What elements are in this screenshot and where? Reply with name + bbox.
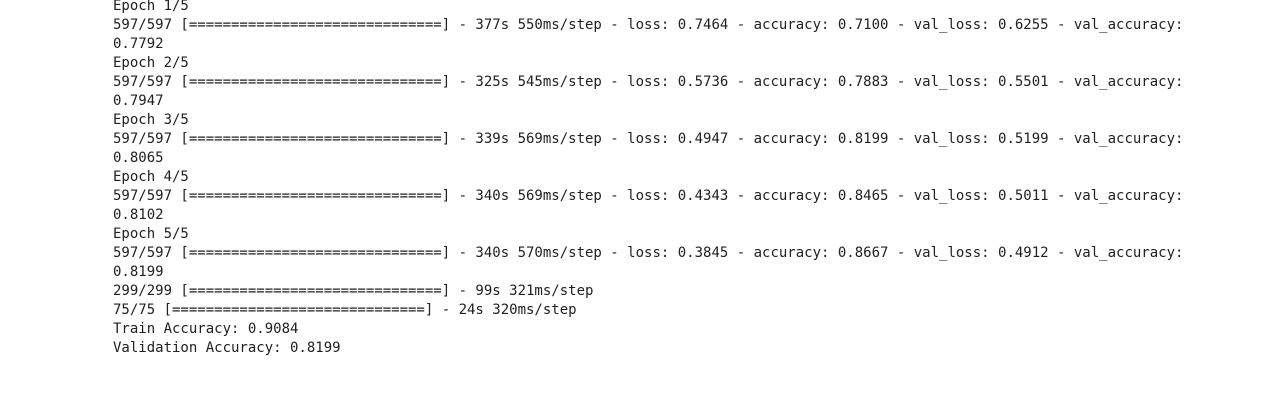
training-progress-line-epoch-3: 597/597 [==============================]…: [113, 131, 1184, 147]
epoch-header-3: Epoch 3/5: [113, 112, 189, 128]
val-accuracy-value-epoch-5: 0.8199: [113, 264, 164, 280]
cell-output-area: Epoch 1/5 597/597 [=====================…: [113, 0, 1273, 358]
training-progress-line-epoch-1: 597/597 [==============================]…: [113, 17, 1184, 33]
val-accuracy-value-epoch-2: 0.7947: [113, 93, 164, 109]
epoch-header-2: Epoch 2/5: [113, 55, 189, 71]
epoch-header-1: Epoch 1/5: [113, 0, 189, 14]
training-progress-line-epoch-2: 597/597 [==============================]…: [113, 74, 1184, 90]
train-accuracy-result: Train Accuracy: 0.9084: [113, 321, 299, 337]
validation-eval-progress-line: 75/75 [==============================] -…: [113, 302, 577, 318]
training-progress-line-epoch-5: 597/597 [==============================]…: [113, 245, 1184, 261]
epoch-header-4: Epoch 4/5: [113, 169, 189, 185]
val-accuracy-value-epoch-3: 0.8065: [113, 150, 164, 166]
training-progress-line-epoch-4: 597/597 [==============================]…: [113, 188, 1184, 204]
train-eval-progress-line: 299/299 [==============================]…: [113, 283, 594, 299]
epoch-header-5: Epoch 5/5: [113, 226, 189, 242]
val-accuracy-value-epoch-4: 0.8102: [113, 207, 164, 223]
validation-accuracy-result: Validation Accuracy: 0.8199: [113, 340, 341, 356]
val-accuracy-value-epoch-1: 0.7792: [113, 36, 164, 52]
